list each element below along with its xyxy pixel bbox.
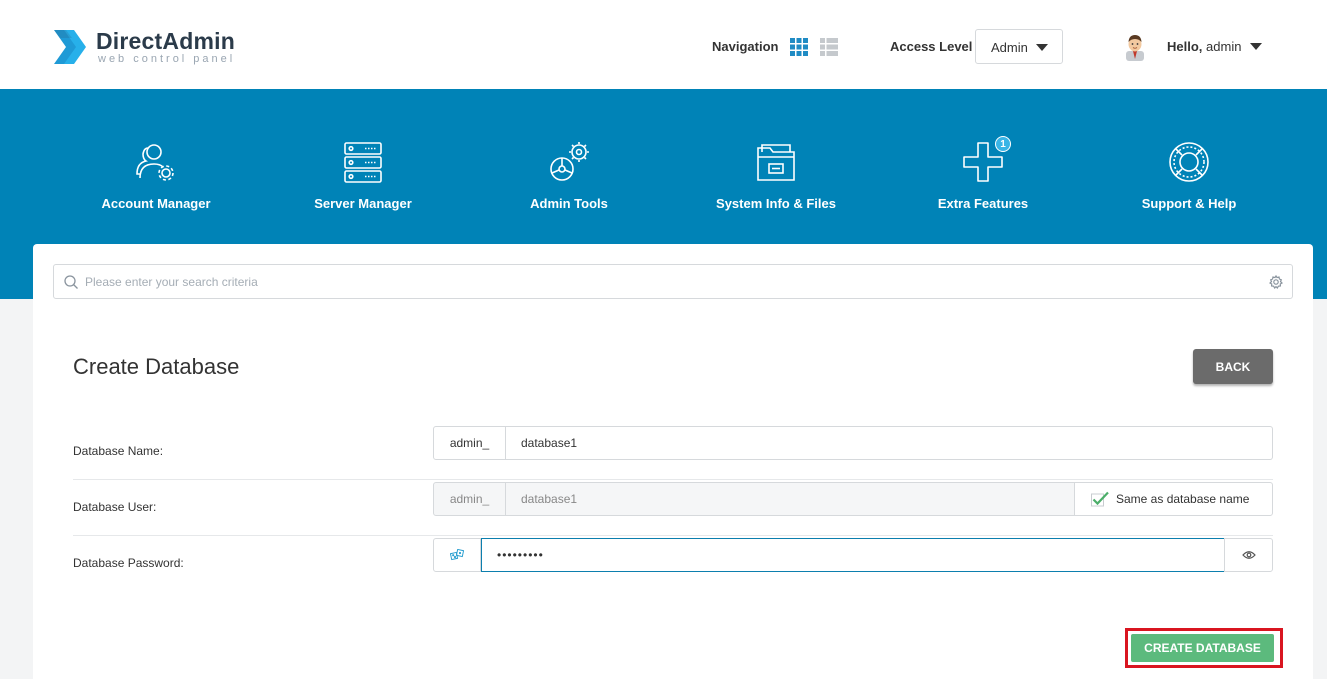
db-name-group: admin_ database1 (433, 426, 1273, 460)
content-card: Create Database BACK Database Name: admi… (33, 244, 1313, 679)
checkbox-checked-icon[interactable] (1091, 491, 1109, 507)
admin-tools-icon (550, 142, 589, 181)
db-user-input[interactable]: database1 (506, 482, 1075, 516)
create-database-button[interactable]: CREATE DATABASE (1131, 634, 1274, 662)
menu-label: Support & Help (1141, 196, 1237, 211)
menu-support-help[interactable]: Support & Help (1086, 140, 1292, 220)
menu-account-manager[interactable]: Account Manager (53, 140, 259, 220)
menu-admin-tools[interactable]: Admin Tools (466, 140, 672, 220)
same-as-db-name-label: Same as database name (1116, 492, 1250, 506)
db-user-prefix: admin_ (433, 482, 506, 516)
db-user-label: Database User: (73, 500, 157, 514)
gear-icon[interactable] (1269, 275, 1283, 289)
access-level-select[interactable]: Admin (975, 29, 1063, 64)
db-password-group: ••••••••• (433, 538, 1273, 572)
show-password-button[interactable] (1224, 538, 1273, 572)
notification-badge: 1 (995, 136, 1011, 152)
search-input[interactable] (85, 265, 1265, 298)
db-user-row: Database User: admin_ database1 Same as … (73, 480, 1273, 536)
eye-icon (1242, 551, 1256, 559)
access-level-value: Admin (991, 40, 1028, 55)
db-user-group: admin_ database1 Same as database name (433, 482, 1273, 516)
same-as-db-name-toggle[interactable]: Same as database name (1074, 482, 1273, 516)
top-header: DirectAdmin web control panel Navigation… (0, 0, 1327, 89)
server-manager-icon (344, 142, 382, 183)
create-database-highlight: CREATE DATABASE (1125, 628, 1283, 668)
list-icon[interactable] (820, 38, 838, 56)
logo-title: DirectAdmin (96, 28, 235, 54)
menu-extra-features[interactable]: 1 Extra Features (880, 136, 1086, 220)
search-icon (64, 275, 78, 289)
menu-label: System Info & Files (716, 196, 836, 211)
dice-icon (450, 549, 464, 561)
menu-label: Admin Tools (530, 196, 608, 211)
db-password-input[interactable]: ••••••••• (481, 538, 1225, 572)
back-button[interactable]: BACK (1193, 349, 1273, 384)
system-info-icon (757, 144, 795, 181)
menu-server-manager[interactable]: Server Manager (260, 140, 466, 220)
user-greeting[interactable]: Hello, admin (1167, 39, 1241, 54)
menu-label: Extra Features (937, 196, 1029, 211)
greeting-text: Hello, (1167, 39, 1203, 54)
avatar[interactable] (1124, 33, 1146, 61)
menu-label: Account Manager (101, 196, 211, 211)
db-name-prefix: admin_ (433, 426, 506, 460)
menu-label: Server Manager (314, 196, 412, 211)
db-password-row: Database Password: ••••••••• (73, 536, 1273, 592)
db-name-row: Database Name: admin_ database1 (73, 424, 1273, 480)
db-password-label: Database Password: (73, 556, 184, 570)
page-title: Create Database (73, 354, 240, 379)
generate-password-button[interactable] (433, 538, 481, 572)
access-level-label: Access Level (890, 39, 973, 54)
db-name-input[interactable]: database1 (506, 426, 1273, 460)
username: admin (1206, 39, 1242, 54)
navigation-label: Navigation (712, 39, 779, 54)
logo-icon (54, 30, 86, 64)
logo-tagline: web control panel (98, 53, 236, 65)
menu-system-info-files[interactable]: System Info & Files (673, 140, 879, 220)
search-bar (53, 264, 1293, 299)
chevron-down-icon (1036, 44, 1048, 51)
account-manager-icon (136, 144, 174, 181)
user-menu-chevron-icon[interactable] (1250, 43, 1262, 50)
db-name-label: Database Name: (73, 444, 164, 458)
directadmin-logo[interactable]: DirectAdmin web control panel (52, 26, 235, 68)
support-help-icon (1169, 142, 1209, 182)
grid-icon[interactable] (790, 38, 808, 56)
